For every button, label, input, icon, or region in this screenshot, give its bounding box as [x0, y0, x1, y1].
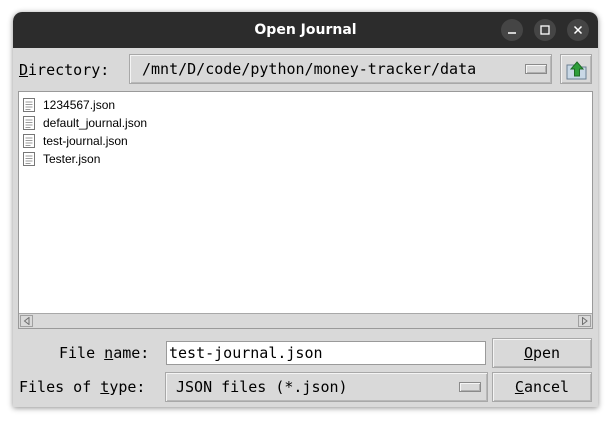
horizontal-scrollbar[interactable] — [19, 313, 592, 328]
file-name-label-post: ame: — [113, 344, 150, 362]
document-icon — [23, 116, 35, 130]
file-name-label: File name: — [59, 341, 149, 365]
minimize-icon — [508, 32, 516, 34]
menu-indicator-icon — [525, 64, 547, 74]
open-button-label: pen — [532, 344, 561, 362]
directory-label-mnemonic: D — [19, 61, 29, 79]
cancel-button-label: ancel — [523, 378, 570, 396]
scroll-right-button[interactable] — [578, 315, 591, 327]
file-type-label-post: ype: — [109, 378, 146, 396]
close-button[interactable] — [567, 19, 589, 41]
parent-directory-button[interactable] — [560, 54, 592, 84]
cancel-button-mnemonic: C — [514, 378, 524, 396]
file-name-label-mnemonic: n — [104, 344, 114, 362]
open-button-mnemonic: O — [523, 344, 533, 362]
title-bar: Open Journal — [13, 12, 598, 48]
cancel-button[interactable]: Cancel — [492, 372, 592, 402]
open-journal-dialog: Open Journal Directory: /mnt/D/code/pyth… — [13, 12, 598, 407]
directory-menu[interactable]: /mnt/D/code/python/money-tracker/data — [129, 54, 552, 84]
file-name-label: Tester.json — [43, 152, 101, 166]
document-icon — [23, 134, 35, 148]
maximize-button[interactable] — [534, 19, 556, 41]
directory-label-text: irectory: — [28, 61, 110, 79]
close-icon — [573, 25, 583, 35]
scrollbar-track[interactable] — [33, 315, 576, 327]
open-button[interactable]: Open — [492, 338, 592, 368]
scroll-left-button[interactable] — [20, 315, 33, 327]
file-name-label: 1234567.json — [43, 98, 116, 112]
file-type-label-pre: Files of — [19, 378, 101, 396]
document-icon — [23, 98, 35, 112]
file-type-selected: JSON files (*.json) — [176, 378, 348, 396]
directory-label: Directory: — [19, 57, 109, 83]
file-type-menu[interactable]: JSON files (*.json) — [165, 372, 488, 402]
folder-up-icon — [566, 61, 587, 80]
file-type-label-mnemonic: t — [100, 378, 110, 396]
file-name-input[interactable]: test-journal.json — [166, 341, 486, 365]
document-icon — [23, 152, 35, 166]
file-name-label: test-journal.json — [43, 134, 128, 148]
menu-indicator-icon — [459, 382, 481, 392]
arrow-right-icon — [582, 317, 588, 325]
minimize-button[interactable] — [501, 19, 523, 41]
maximize-icon — [540, 25, 550, 35]
file-type-label: Files of type: — [19, 375, 145, 399]
arrow-left-icon — [23, 317, 30, 325]
directory-path: /mnt/D/code/python/money-tracker/data — [142, 60, 477, 78]
file-name-label-pre: File — [59, 344, 105, 362]
file-name-label: default_journal.json — [43, 116, 148, 130]
file-list[interactable]: 1234567.json default_journal.json test-j… — [18, 91, 593, 329]
